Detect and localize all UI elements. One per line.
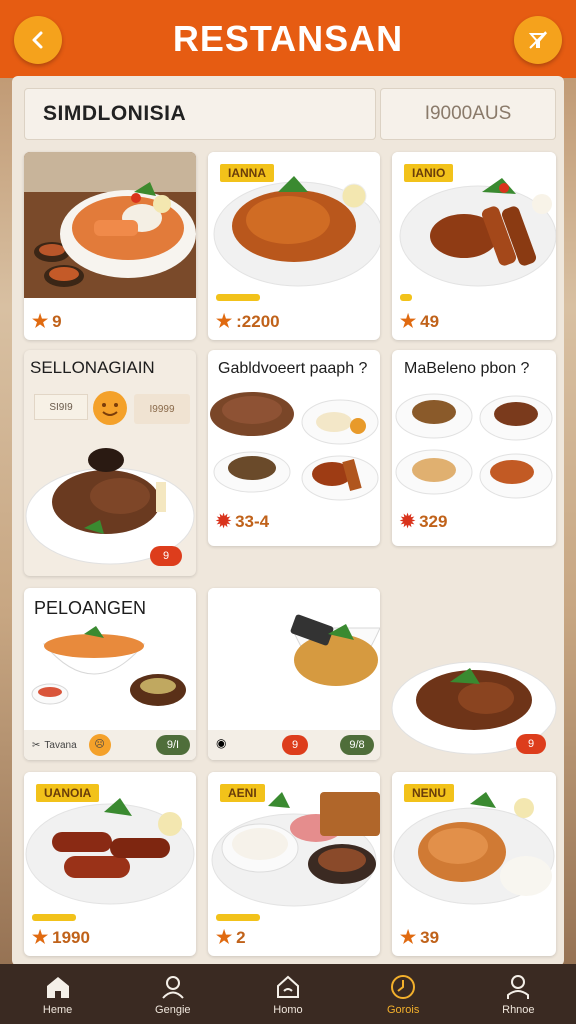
rating-value: 49 [420, 311, 440, 331]
duck-pill[interactable]: 9 [516, 734, 546, 754]
rating: ★ 2 [216, 927, 246, 948]
back-button[interactable] [14, 16, 62, 64]
tag-bar [400, 294, 412, 301]
rating: ✹ 329 [400, 511, 447, 532]
nav-item-rhnoe[interactable]: Rhnoe [473, 973, 563, 1016]
rating: ★ 49 [400, 311, 439, 332]
rating-value: 2 [236, 927, 246, 947]
noodle-soup-image [24, 152, 196, 298]
star-icon: ★ [216, 311, 233, 331]
bottom-nav: Heme Gengie Homo Gorois Rhnoe [0, 964, 576, 1024]
rating-value: :2200 [236, 311, 280, 331]
promo-title: SELLONAGIAIN [30, 358, 155, 377]
nav-label: Gengie [155, 1003, 191, 1016]
pelo-pill[interactable]: 9/I [156, 735, 190, 755]
home-icon [46, 976, 69, 998]
star-icon: ★ [400, 311, 417, 331]
promo-subtitle-box: SI9I9 [34, 394, 88, 420]
chicken-card[interactable]: IANNA ★ :2200 [208, 152, 380, 340]
price-filter[interactable]: I9000AUS [380, 88, 556, 140]
star-icon: ★ [32, 927, 49, 947]
promo-subtitle-right: I9999 [134, 394, 190, 424]
house-outline-icon [276, 975, 299, 998]
sausage-card[interactable]: UANOIA ★ 1990 [24, 772, 196, 956]
peloangen-card[interactable]: PELOANGEN ✂ Tavana ☹ 9/I [24, 588, 196, 760]
search-input[interactable]: SIMDLONISIA [24, 88, 376, 140]
user-icon [507, 974, 530, 999]
rating-value: 1990 [52, 927, 90, 947]
side-dishes-image [31, 626, 186, 706]
chevron-left-icon [32, 31, 43, 49]
promo-badge[interactable]: 9 [150, 546, 182, 566]
smiley-icon [93, 391, 127, 425]
noodle-card[interactable]: ◉ 9 9/8 [208, 588, 380, 760]
menu-tag: NENU [404, 784, 455, 802]
app-title: RESTANSAN [172, 18, 404, 59]
nav-label: Gorois [386, 1003, 420, 1016]
badge-star-icon: ✹ [400, 511, 416, 531]
dish-grid-image [395, 393, 553, 499]
dish-icon: ◉ [216, 736, 227, 750]
grid-title: MaBeleno pbon ? [404, 360, 530, 377]
star-icon: ★ [32, 311, 49, 331]
section-title: PELOANGEN [34, 598, 147, 618]
rating: ★ 1990 [32, 927, 90, 948]
dish-grid-card-1[interactable]: Gabldvoeert paaph ? ✹ 33-4 [208, 350, 380, 546]
star-icon: ★ [400, 927, 417, 947]
app-header: RESTANSAN [0, 0, 576, 78]
nav-item-gorois[interactable]: Gorois [358, 973, 448, 1016]
tag-bar [32, 914, 76, 921]
nav-item-homo[interactable]: Homo [243, 973, 333, 1016]
nav-label: Homo [273, 1003, 303, 1016]
nav-item-gengie[interactable]: Gengie [128, 973, 218, 1016]
noodle-red-pill[interactable]: 9 [282, 735, 308, 755]
noodle-image [208, 588, 380, 718]
rating-value: 329 [419, 511, 448, 531]
filter-off-button[interactable] [514, 16, 562, 64]
face-icon: ☹ [88, 734, 111, 756]
menu-tag: IANNA [220, 164, 274, 182]
crossed-out-icon [528, 31, 548, 49]
tag-bar [216, 914, 260, 921]
badge-star-icon: ✹ [216, 511, 232, 531]
rating-value: 33-4 [235, 511, 270, 531]
rating-value: 9 [52, 311, 62, 331]
rating: ✹ 33-4 [216, 511, 269, 532]
menu-tag: UANOIA [36, 784, 100, 802]
chart-icon: ✂ [32, 739, 41, 751]
rice-set-card[interactable]: AENI ★ 2 [208, 772, 380, 956]
noodle-green-pill[interactable]: 9/8 [340, 735, 374, 755]
pork-card[interactable]: NENU ★ 39 [392, 772, 556, 956]
clock-icon [391, 974, 416, 999]
ribs-card[interactable]: IANIO ★ 49 [392, 152, 556, 340]
grid-title: Gabldvoeert paaph ? [218, 360, 368, 377]
dish-grid-card-2[interactable]: MaBeleno pbon ? ✹ 329 [392, 350, 556, 546]
rating-value: 39 [420, 927, 440, 947]
rating: ★ 39 [400, 927, 439, 948]
rating: ★ :2200 [216, 311, 280, 332]
dish-grid-image [210, 392, 379, 501]
star-icon: ★ [216, 927, 233, 947]
promo-card[interactable]: SELLONAGIAIN SI9I9 I9999 9 [24, 350, 196, 576]
soup-card[interactable]: ★ 9 [24, 152, 196, 340]
nav-item-home[interactable]: Heme [13, 973, 103, 1016]
rating: ★ 9 [32, 311, 62, 332]
profile-search-icon [162, 975, 184, 999]
menu-tag: AENI [220, 784, 265, 802]
nav-label: Rhnoe [502, 1003, 535, 1016]
footer-label: Tavana [44, 739, 77, 751]
menu-tag: IANIO [404, 164, 454, 182]
tag-bar [216, 294, 260, 301]
nav-label: Heme [42, 1003, 73, 1016]
